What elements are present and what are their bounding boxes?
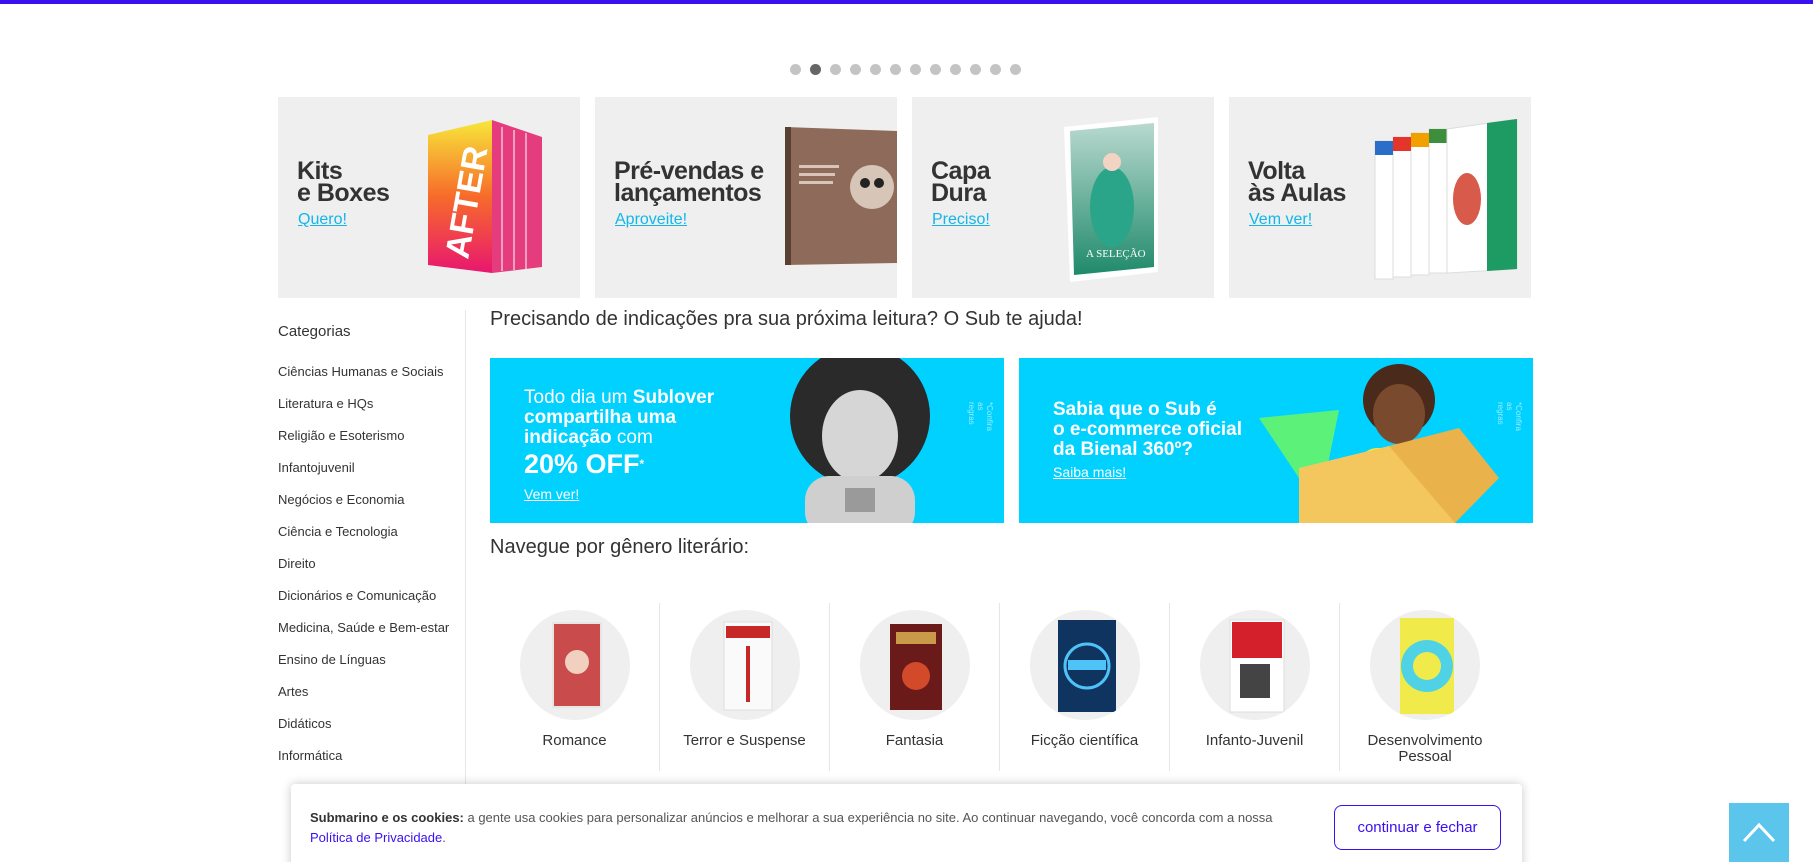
categories-list: Ciências Humanas e Sociais Literatura e … [278, 364, 465, 780]
privacy-policy-link[interactable]: Política de Privacidade [310, 830, 442, 845]
genre-list: Romance Terror e Suspense Fantasia Ficçã… [490, 603, 1510, 771]
genre-book-image [859, 610, 970, 720]
carousel-dot[interactable] [1010, 64, 1021, 75]
book-box-after-icon: AFTER [428, 120, 542, 273]
genre-book-image [1029, 610, 1140, 720]
genre-name: Fantasia [885, 732, 944, 749]
carousel-dot-active[interactable] [810, 64, 821, 75]
reader-girl-illustration [1259, 364, 1499, 523]
genre-name: Desenvolvimento Pessoal [1367, 732, 1483, 765]
chevron-up-icon [1742, 822, 1776, 843]
promo-line: Todo dia um Sublover [524, 387, 715, 408]
promo-line: da Bienal 360º? [1053, 439, 1193, 460]
sidebar-item[interactable]: Infantojuvenil [278, 460, 465, 492]
sidebar-item[interactable]: Ensino de Línguas [278, 652, 465, 684]
main-content: Precisando de indicações pra sua próxima… [490, 308, 1534, 771]
genre-book-image [689, 610, 800, 720]
sidebar-item[interactable]: Informática [278, 748, 465, 780]
genre-name: Romance [542, 732, 607, 749]
promo-cta[interactable]: Vem ver! [524, 486, 579, 502]
promo-fine-print: *Confira as regras [967, 402, 994, 431]
sidebar-item[interactable]: Religião e Esoterismo [278, 428, 465, 460]
promo-cta[interactable]: Saiba mais! [1053, 464, 1126, 480]
sidebar-item[interactable]: Dicionários e Comunicação [278, 588, 465, 620]
sidebar-item[interactable]: Ciência e Tecnologia [278, 524, 465, 556]
genre-ficcao[interactable]: Ficção científica [1000, 603, 1170, 771]
sidebar-item[interactable]: Direito [278, 556, 465, 588]
banner-title: Volta às Aulas [1248, 157, 1346, 207]
book-school-icon [1374, 119, 1518, 280]
book-hardcover-icon: A SELEÇÃO [1064, 117, 1158, 282]
banner-title: Kits e Boxes [297, 157, 390, 207]
genre-infanto[interactable]: Infanto-Juvenil [1170, 603, 1340, 771]
genre-heading: Navegue por gênero literário: [490, 536, 750, 558]
promo-line: Sabia que o Sub é [1053, 399, 1217, 420]
carousel-dot[interactable] [970, 64, 981, 75]
promo-line: compartilha uma [524, 407, 677, 428]
banner-cta[interactable]: Vem ver! [1249, 211, 1312, 229]
promo-discount: 20% OFF* [524, 449, 645, 479]
carousel-dot[interactable] [930, 64, 941, 75]
genre-desenvolvimento[interactable]: Desenvolvimento Pessoal [1340, 603, 1510, 771]
genre-fantasia[interactable]: Fantasia [830, 603, 1000, 771]
genre-name: Ficção científica [1030, 732, 1139, 749]
sidebar-item[interactable]: Ciências Humanas e Sociais [278, 364, 465, 396]
banner-volta-aulas[interactable]: Volta às Aulas Vem ver! [1229, 97, 1531, 298]
svg-text:A SELEÇÃO: A SELEÇÃO [1086, 248, 1146, 260]
back-to-top-button[interactable] [1729, 803, 1789, 862]
carousel-dot[interactable] [950, 64, 961, 75]
cookie-message: Submarino e os cookies: a gente usa cook… [310, 810, 1273, 845]
categories-sidebar: Categorias Ciências Humanas e Sociais Li… [278, 310, 466, 862]
reader-woman-illustration [790, 358, 930, 523]
banner-title: Pré-vendas e lançamentos [614, 157, 764, 207]
banner-title: Capa Dura [931, 157, 991, 207]
promo-line: o e-commerce oficial [1053, 419, 1243, 440]
sidebar-item[interactable]: Artes [278, 684, 465, 716]
carousel-dot[interactable] [850, 64, 861, 75]
sidebar-item[interactable]: Medicina, Saúde e Bem-estar [278, 620, 465, 652]
carousel-dot[interactable] [890, 64, 901, 75]
genre-name: Terror e Suspense [683, 732, 806, 749]
category-banners: Kits e Boxes Quero! AFTER Pré-vendas e l… [278, 97, 1531, 298]
cookie-banner: Submarino e os cookies: a gente usa cook… [291, 784, 1522, 862]
promo-row: Todo dia um Sublover compartilha uma ind… [490, 358, 1533, 523]
promo-bienal[interactable]: Sabia que o Sub é o e-commerce oficial d… [1019, 358, 1533, 523]
top-accent-bar [0, 0, 1813, 4]
genre-terror[interactable]: Terror e Suspense [660, 603, 830, 771]
sidebar-item[interactable]: Literatura e HQs [278, 396, 465, 428]
banner-cta[interactable]: Quero! [298, 211, 347, 229]
carousel-dot[interactable] [790, 64, 801, 75]
promo-fine-print: *Confira as regras [1496, 402, 1523, 431]
genre-book-image [519, 610, 630, 720]
cookie-accept-button[interactable]: continuar e fechar [1334, 805, 1501, 850]
sidebar-item[interactable]: Negócios e Economia [278, 492, 465, 524]
genre-romance[interactable]: Romance [490, 603, 660, 771]
carousel-dot[interactable] [830, 64, 841, 75]
genre-name: Infanto-Juvenil [1205, 732, 1304, 749]
book-preorder-icon [785, 127, 897, 265]
banner-cta[interactable]: Preciso! [932, 211, 990, 229]
banner-kits-boxes[interactable]: Kits e Boxes Quero! AFTER [278, 97, 580, 298]
recommendations-heading: Precisando de indicações pra sua próxima… [490, 308, 1083, 330]
genre-book-image [1199, 610, 1310, 720]
promo-line: indicação com [524, 427, 653, 448]
banner-capa-dura[interactable]: Capa Dura Preciso! A SELEÇÃO [912, 97, 1214, 298]
banner-cta[interactable]: Aproveite! [615, 211, 687, 229]
sidebar-title: Categorias [278, 323, 351, 340]
carousel-dot[interactable] [990, 64, 1001, 75]
carousel-dots [790, 64, 1021, 75]
carousel-dot[interactable] [910, 64, 921, 75]
genre-book-image [1370, 610, 1480, 720]
sidebar-item[interactable]: Didáticos [278, 716, 465, 748]
carousel-dot[interactable] [870, 64, 881, 75]
promo-sublover[interactable]: Todo dia um Sublover compartilha uma ind… [490, 358, 1004, 523]
banner-pre-vendas[interactable]: Pré-vendas e lançamentos Aproveite! [595, 97, 897, 298]
